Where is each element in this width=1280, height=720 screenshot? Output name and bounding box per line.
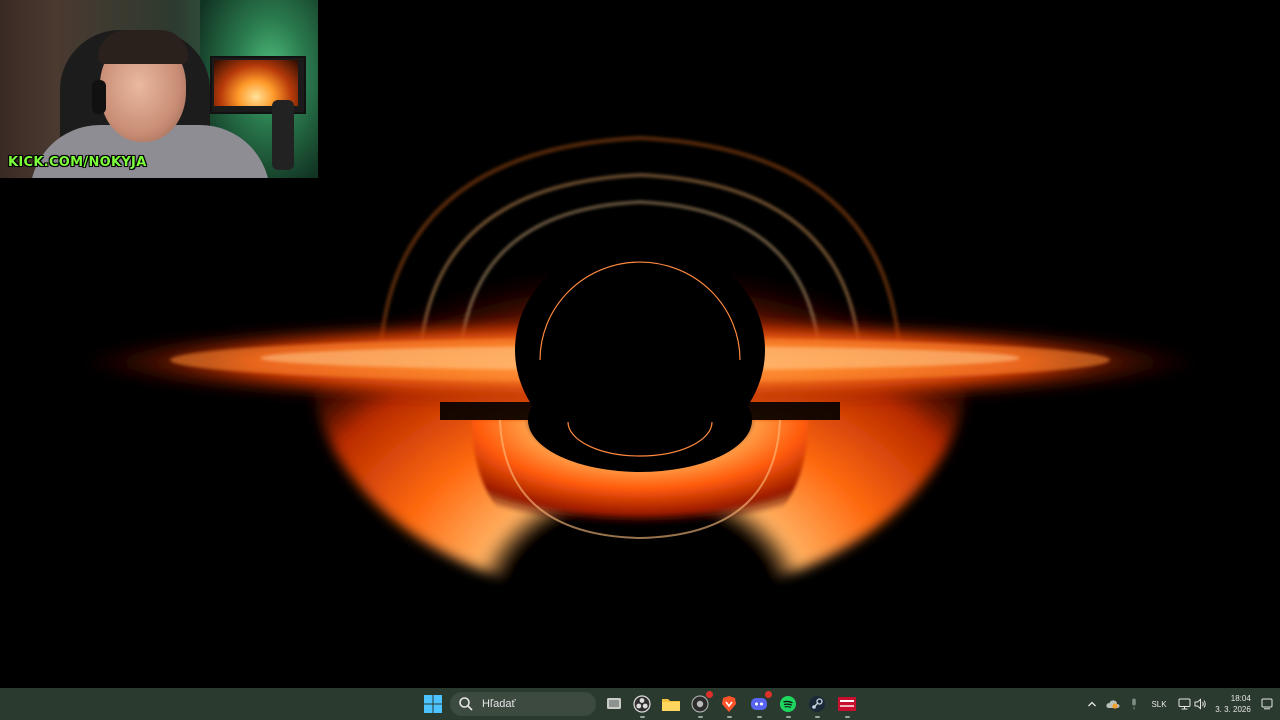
obs-icon [633, 695, 651, 713]
disk-gap [440, 402, 840, 420]
network-icon [1178, 698, 1190, 710]
headset-icon [92, 80, 106, 114]
language-indicator[interactable]: SLK [1146, 688, 1172, 720]
running-indicator [815, 716, 820, 718]
taskbar: Hľadať SLK 18:04 3. 3. 2026 [0, 688, 1280, 720]
onedrive-button[interactable] [1104, 688, 1122, 720]
start-button[interactable] [422, 693, 444, 715]
network-button[interactable] [1176, 688, 1192, 720]
running-indicator [757, 716, 762, 718]
volume-button[interactable] [1192, 688, 1208, 720]
speaker-icon [1194, 698, 1206, 710]
taskbar-file-explorer[interactable] [660, 693, 682, 715]
running-indicator [845, 716, 850, 718]
spotify-icon [780, 696, 796, 712]
taskbar-discord[interactable] [748, 691, 772, 718]
chevron-up-icon [1088, 701, 1096, 707]
microphone-tray-button[interactable] [1126, 688, 1142, 720]
running-indicator [786, 716, 791, 718]
streamer-handle: KICK.COM/NOKYJA [8, 155, 147, 170]
desktop-background: KICK.COM/NOKYJA [0, 0, 1280, 688]
clock-button[interactable]: 18:04 3. 3. 2026 [1210, 688, 1256, 720]
running-indicator [698, 716, 703, 718]
clock-date: 3. 3. 2026 [1215, 705, 1251, 714]
cloud-icon [1106, 700, 1120, 709]
steam-icon [809, 696, 825, 712]
language-label: SLK [1151, 699, 1167, 709]
taskbar-brave[interactable] [718, 693, 740, 718]
taskbar-spotify[interactable] [777, 693, 799, 718]
running-indicator [727, 716, 732, 718]
folder-icon [662, 699, 680, 711]
task-view-icon [607, 698, 621, 709]
taskbar-voicemeeter[interactable] [836, 693, 858, 718]
webcam-streamer-hair [98, 30, 188, 64]
notification-bell-icon [1261, 698, 1273, 710]
chrome-icon [691, 695, 709, 713]
notifications-button[interactable] [1258, 688, 1276, 720]
taskbar-chrome[interactable] [689, 691, 713, 718]
notification-badge [706, 691, 713, 698]
taskbar-obs[interactable] [631, 693, 653, 718]
taskbar-steam[interactable] [806, 693, 828, 718]
search-placeholder: Hľadať [482, 698, 516, 710]
discord-icon [751, 698, 767, 710]
search-icon [459, 697, 473, 711]
brave-icon [722, 696, 736, 712]
system-tray: SLK 18:04 3. 3. 2026 [1080, 688, 1280, 720]
microphone-icon [1132, 698, 1136, 710]
show-hidden-icons-button[interactable] [1084, 688, 1100, 720]
taskbar-task-view[interactable] [603, 693, 625, 715]
microphone-arm [272, 100, 294, 170]
clock-time: 18:04 [1230, 694, 1251, 703]
running-indicator [640, 716, 645, 718]
webcam-overlay: KICK.COM/NOKYJA [0, 0, 318, 178]
voicemeeter-icon [838, 697, 856, 711]
windows-logo-icon [424, 695, 442, 713]
notification-badge [765, 691, 772, 698]
clock: 18:04 3. 3. 2026 [1215, 693, 1251, 715]
search-box[interactable]: Hľadať [450, 692, 596, 716]
